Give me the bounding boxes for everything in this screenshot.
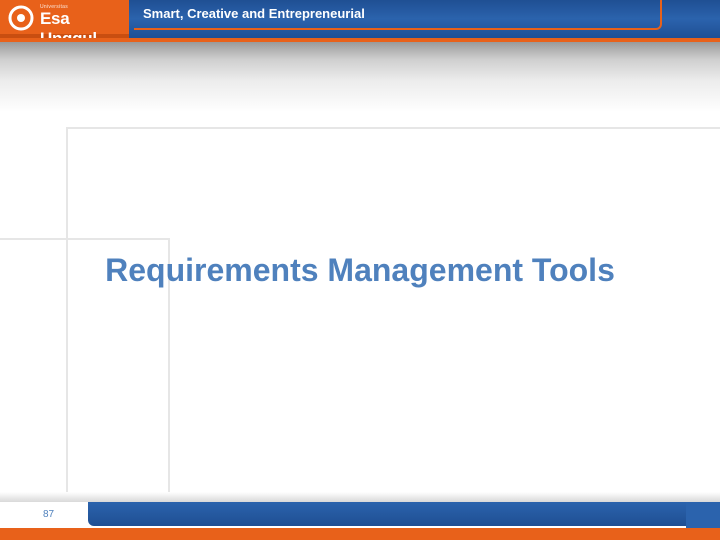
slide-title: Requirements Management Tools — [105, 252, 615, 288]
footer-shadow — [0, 492, 720, 502]
footer-orange-strip — [0, 528, 720, 540]
page-number: 87 — [43, 509, 55, 520]
tagline: Smart, Creative and Entrepreneurial — [143, 6, 365, 21]
header-bar: Universitas Esa Unggul Smart, Creative a… — [0, 0, 720, 42]
logo-swirl-icon — [8, 5, 34, 31]
footer-blue-bar — [88, 502, 686, 526]
header-shadow — [0, 42, 720, 112]
university-logo: Universitas Esa Unggul — [0, 0, 129, 42]
